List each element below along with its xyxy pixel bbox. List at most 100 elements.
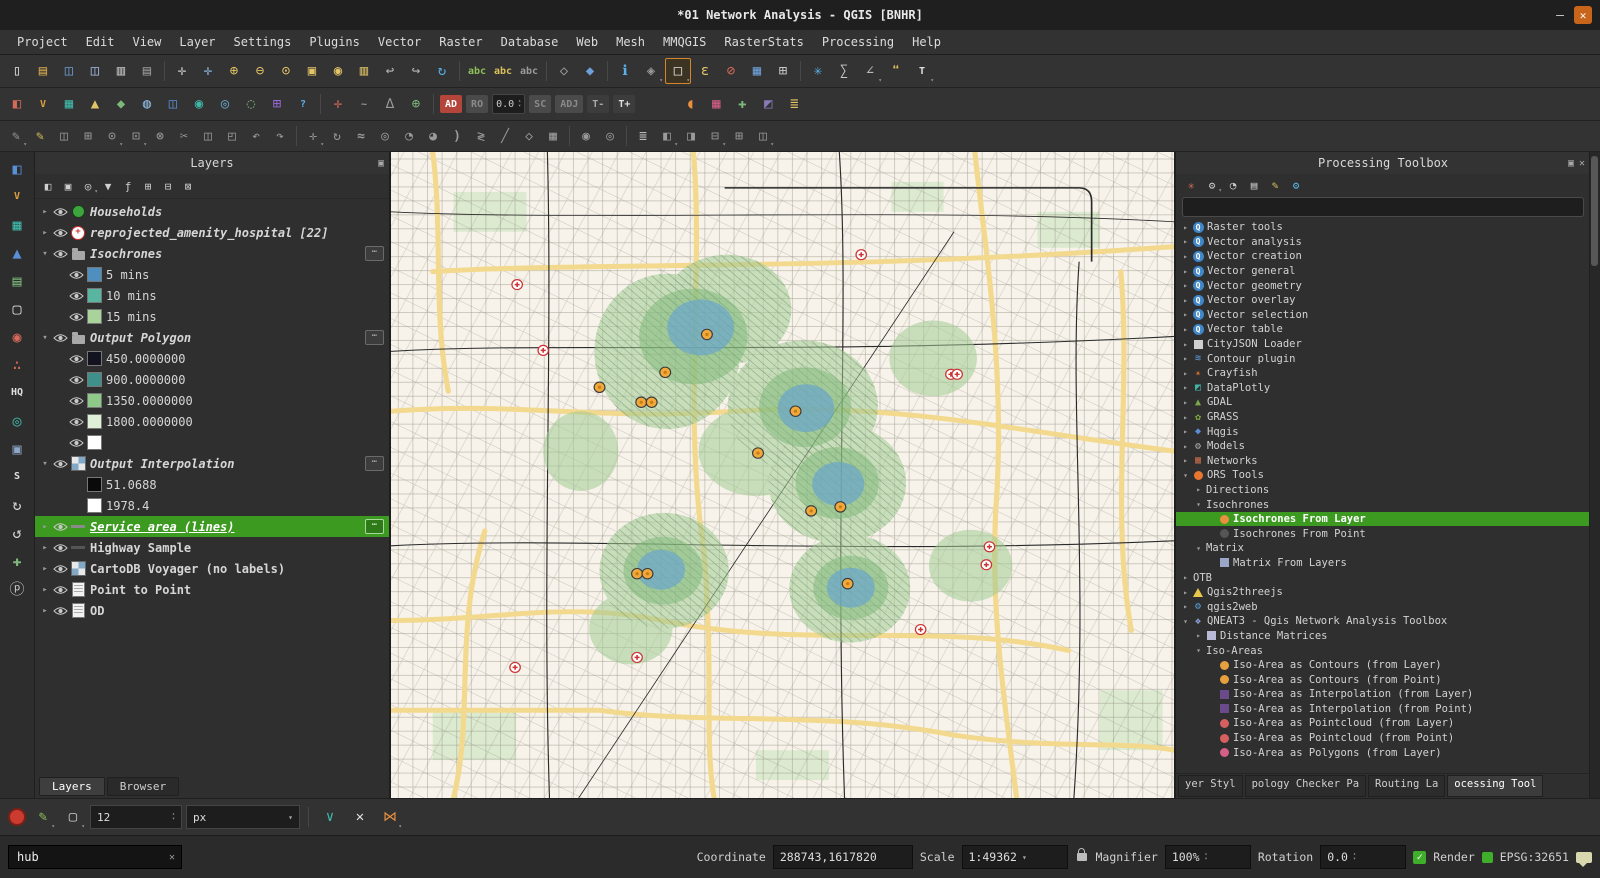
expander-icon[interactable]: ▸ [1180,602,1191,611]
visibility-eye-icon[interactable] [67,270,85,280]
close-button[interactable]: ✕ [1574,6,1592,24]
expander-icon[interactable]: ▸ [39,543,51,553]
split-features-icon[interactable]: ╱ [494,125,516,147]
messages-icon[interactable] [1576,852,1592,863]
edit-in-place-icon[interactable]: ✎ [1266,176,1284,194]
toolbox-item-qneat3-qgis-network-analysis-toolbox[interactable]: ▾❖QNEAT3 - Qgis Network Analysis Toolbox [1176,614,1590,629]
toolbox-item-qgis2web[interactable]: ▸⚙qgis2web [1176,599,1590,614]
layer-row-highway-sample[interactable]: ▸Highway Sample [35,537,389,558]
plugins-rail-icon[interactable]: ◉ [4,324,30,349]
toolbox-item-vector-general[interactable]: ▸QVector general [1176,264,1590,279]
adj-mode-button[interactable]: ADJ [555,95,583,113]
zoom-next-icon[interactable]: ↪ [404,59,428,83]
decoration-a-icon[interactable]: ◧▾ [656,125,678,147]
layer-row-output-interpolation[interactable]: ▾Output Interpolation⋯ [35,453,389,474]
expander-icon[interactable]: ▸ [1180,310,1191,319]
add-wcs-icon[interactable]: ◎ [213,92,237,116]
add-postgis-icon[interactable]: ◫ [161,92,185,116]
toolbox-item-iso-area-as-interpolation-from-point[interactable]: Iso-Area as Interpolation (from Point) [1176,702,1590,717]
layer-row-10-mins[interactable]: 10 mins [35,285,389,306]
toolbox-item-cityjson-loader[interactable]: ▸CityJSON Loader [1176,337,1590,352]
add-mesh-layer-icon[interactable]: ▲ [83,92,107,116]
locator-search[interactable]: ✕ [8,845,182,869]
panel-tab-layers[interactable]: Layers [39,777,105,796]
expander-icon[interactable]: ▾ [1193,646,1204,655]
menu-processing[interactable]: Processing [813,33,903,51]
new-bookmark-icon[interactable]: ◇ [552,59,576,83]
add-vector-rail-icon[interactable]: V [4,184,30,209]
zoom-in-icon[interactable]: ⊕ [222,59,246,83]
vertex-tool-icon[interactable]: ⊡▾ [125,125,147,147]
visibility-eye-icon[interactable] [67,438,85,448]
quickmap-add-icon[interactable]: ✚ [730,92,754,116]
expander-icon[interactable]: ▸ [1180,573,1191,582]
add-geopackage-icon[interactable]: ◆ [109,92,133,116]
expander-icon[interactable]: ▸ [1180,237,1191,246]
float-icon[interactable]: ▣ [1568,158,1574,169]
street-smart-rail-icon[interactable]: S [4,464,30,489]
map-canvas[interactable] [391,152,1174,798]
decoration-b-icon[interactable]: ◨ [680,125,702,147]
decoration-e-icon[interactable]: ◫▾ [752,125,774,147]
symbol-style-icon[interactable]: ✎▾ [31,805,55,829]
expander-icon[interactable]: ▸ [39,606,51,616]
visibility-eye-icon[interactable] [51,585,69,595]
expander-icon[interactable]: ▸ [39,585,51,595]
expander-icon[interactable]: ▾ [1193,544,1204,553]
dataplotly-panel-icon[interactable]: ◩ [756,92,780,116]
toolbox-item-ors-tools[interactable]: ▾ORS Tools [1176,468,1590,483]
toolbox-item-iso-area-as-polygons-from-layer[interactable]: Iso-Area as Polygons (from Layer) [1176,745,1590,760]
quickmap-rail-icon[interactable]: ✚ [4,548,30,573]
expander-icon[interactable]: ▾ [1193,500,1204,509]
dock-tab-ocessing-tool[interactable]: ocessing Tool [1447,775,1543,797]
results-viewer-icon[interactable]: ▤ [1245,176,1263,194]
visibility-eye-icon[interactable] [67,396,85,406]
layer-row-450-0000000[interactable]: 450.0000000 [35,348,389,369]
visibility-eye-icon[interactable] [51,249,69,259]
identify-features-icon[interactable]: ℹ [613,59,637,83]
visibility-eye-icon[interactable] [67,417,85,427]
rotate-feature-icon[interactable]: ↻ [326,125,348,147]
toolbox-scrollbar[interactable] [1589,152,1600,798]
expander-icon[interactable]: ▸ [39,207,51,217]
add-record-icon[interactable]: ⊞ [77,125,99,147]
expander-icon[interactable]: ▸ [1180,442,1191,451]
rotation-spinner[interactable]: 0.0 ▴▾ [1320,845,1406,869]
layer-row-5-mins[interactable]: 5 mins [35,264,389,285]
merge-features-icon[interactable]: ◇ [518,125,540,147]
layer-row-1350-0000000[interactable]: 1350.0000000 [35,390,389,411]
toolbox-item-iso-areas[interactable]: ▾Iso-Areas [1176,643,1590,658]
visibility-eye-icon[interactable] [51,333,69,343]
magnifier-spinner[interactable]: 100% ▴▾ [1165,845,1251,869]
add-group-icon[interactable]: ▣ [59,177,77,195]
layer-row-51-0688[interactable]: 51.0688 [35,474,389,495]
data-source-manager-rail-icon[interactable]: ◧ [4,156,30,181]
add-delimited-rail-icon[interactable]: ▤ [4,268,30,293]
save-edits-icon[interactable]: ◫ [53,125,75,147]
panel-tab-browser[interactable]: Browser [107,777,179,796]
add-point-feature-icon[interactable]: ⊙▾ [101,125,123,147]
expander-icon[interactable]: ▸ [39,564,51,574]
toolbox-item-vector-overlay[interactable]: ▸QVector overlay [1176,293,1590,308]
profile-tool-icon[interactable]: ≣ [782,92,806,116]
rotate-point-symbols-icon[interactable]: ◉ [575,125,597,147]
refresh-map-icon[interactable]: ↻ [430,59,454,83]
menu-web[interactable]: Web [567,33,607,51]
vertex-bowtie-icon[interactable]: ⋈▾ [378,805,402,829]
reload-rail-icon[interactable]: ↻ [4,492,30,517]
toolbox-gear-icon[interactable]: ✳ [1182,176,1200,194]
visibility-eye-icon[interactable] [51,543,69,553]
dock-icon[interactable]: ▣ [378,158,384,169]
menu-vector[interactable]: Vector [369,33,430,51]
add-wms-icon[interactable]: ◉ [187,92,211,116]
undo-icon[interactable]: ↶ [245,125,267,147]
field-calculator-icon[interactable]: ⊞ [771,59,795,83]
menu-help[interactable]: Help [903,33,950,51]
visibility-eye-icon[interactable] [51,459,69,469]
deselect-features-icon[interactable]: ⊘ [719,59,743,83]
zoom-last-icon[interactable]: ↩ [378,59,402,83]
toolbox-item-iso-area-as-pointcloud-from-layer[interactable]: Iso-Area as Pointcloud (from Layer) [1176,716,1590,731]
toolbox-item-crayfish[interactable]: ▸✴Crayfish [1176,366,1590,381]
expander-icon[interactable]: ▸ [1193,485,1204,494]
fill-ring-icon[interactable]: ◕ [422,125,444,147]
